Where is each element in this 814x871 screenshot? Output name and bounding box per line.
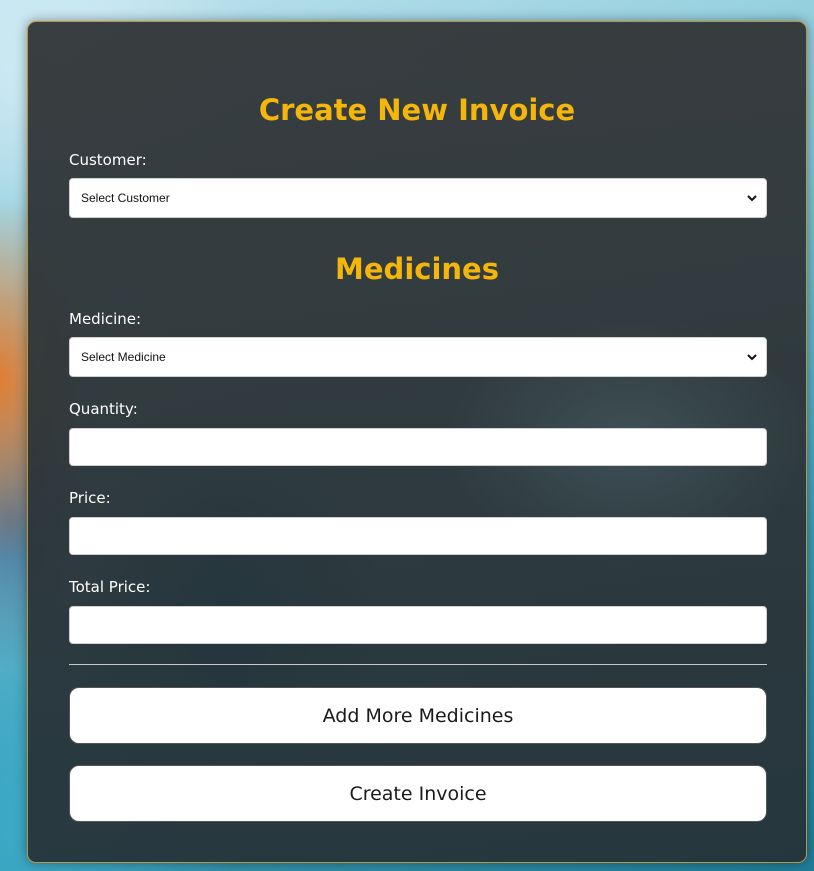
add-more-medicines-button[interactable]: Add More Medicines: [69, 687, 767, 744]
medicine-label: Medicine:: [69, 310, 142, 328]
price-input[interactable]: [69, 517, 767, 555]
create-invoice-button[interactable]: Create Invoice: [69, 765, 767, 822]
customer-select[interactable]: Select Customer: [69, 178, 767, 218]
price-label: Price:: [69, 489, 111, 507]
total-price-label: Total Price:: [69, 578, 151, 596]
chevron-down-icon: [746, 351, 758, 363]
customer-select-value: Select Customer: [81, 191, 170, 205]
divider: [69, 664, 767, 665]
medicine-select[interactable]: Select Medicine: [69, 337, 767, 377]
total-price-input[interactable]: [69, 606, 767, 644]
medicines-heading: Medicines: [335, 252, 499, 286]
invoice-form-card: Create New Invoice Customer: Select Cust…: [27, 21, 807, 863]
page-title: Create New Invoice: [258, 93, 576, 127]
medicine-select-value: Select Medicine: [81, 350, 166, 364]
chevron-down-icon: [746, 192, 758, 204]
quantity-input[interactable]: [69, 428, 767, 466]
customer-label: Customer:: [69, 151, 147, 169]
quantity-label: Quantity:: [69, 400, 138, 418]
